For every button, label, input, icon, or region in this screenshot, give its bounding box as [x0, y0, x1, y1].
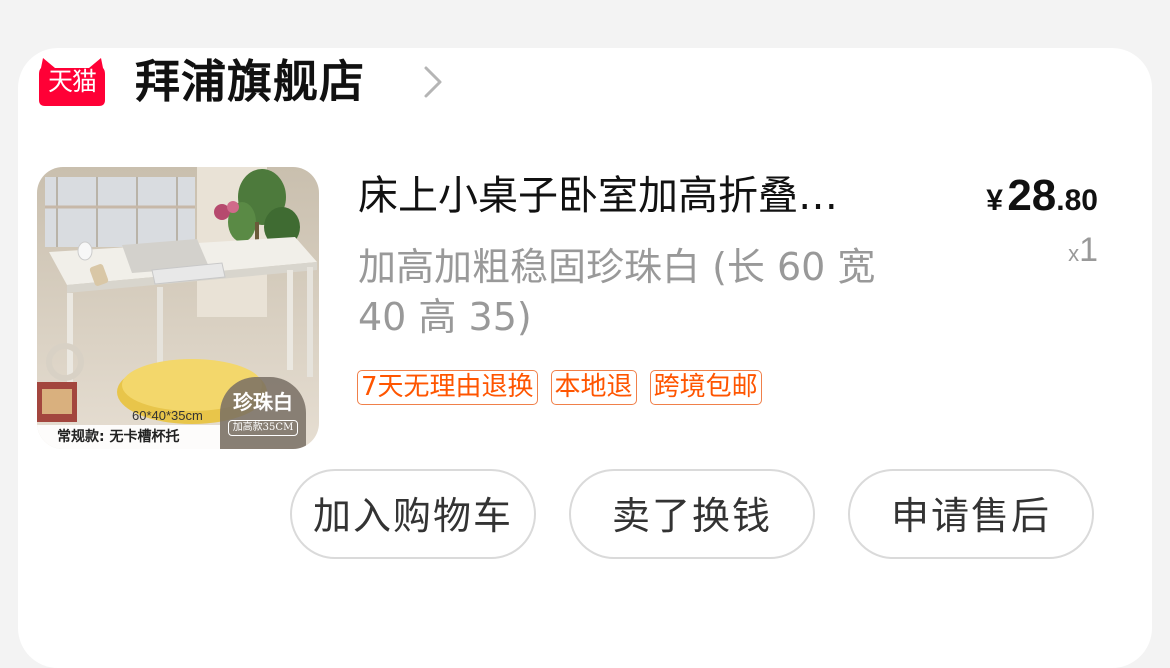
quantity-prefix: x — [1068, 241, 1080, 266]
product-quantity: x1 — [1040, 227, 1098, 280]
quantity-count: 1 — [1079, 231, 1098, 269]
service-tags: 7天无理由退换 本地退 跨境包邮 — [357, 370, 762, 405]
order-actions: 加入购物车 卖了换钱 申请售后 — [290, 469, 1094, 559]
service-tag: 本地退 — [550, 370, 637, 405]
service-tag: 7天无理由退换 — [357, 370, 538, 405]
product-thumbnail[interactable]: 60*40*35cm 常规款: 无卡槽杯托 珍珠白 加高款35CM — [37, 167, 319, 449]
after-sales-button[interactable]: 申请售后 — [848, 469, 1094, 559]
tmall-logo-icon[interactable]: 天猫 — [37, 56, 107, 106]
product-size-label: 60*40*35cm — [132, 408, 203, 423]
service-tag: 跨境包邮 — [649, 370, 762, 405]
resell-button[interactable]: 卖了换钱 — [569, 469, 815, 559]
add-to-cart-button[interactable]: 加入购物车 — [290, 469, 536, 559]
price-currency: ¥ — [986, 184, 1003, 217]
product-color-badge: 珍珠白 加高款35CM — [220, 377, 306, 449]
price-decimal: .80 — [1056, 184, 1098, 217]
product-color-badge-sub: 加高款35CM — [227, 420, 299, 436]
shop-name[interactable]: 拜浦旗舰店 — [135, 52, 365, 112]
product-price: ¥ 28.80 — [970, 168, 1098, 234]
product-title[interactable]: 床上小桌子卧室加高折叠… — [358, 168, 908, 224]
product-spec: 加高加粗稳固珍珠白 (长 60 宽 40 高 35) — [358, 245, 876, 339]
product-color-badge-main: 珍珠白 — [233, 390, 293, 414]
product-image-caption: 常规款: 无卡槽杯托 — [37, 425, 220, 449]
price-integer: 28 — [1007, 171, 1057, 220]
tmall-logo-label: 天猫 — [47, 67, 97, 96]
chevron-right-icon[interactable] — [418, 62, 448, 102]
